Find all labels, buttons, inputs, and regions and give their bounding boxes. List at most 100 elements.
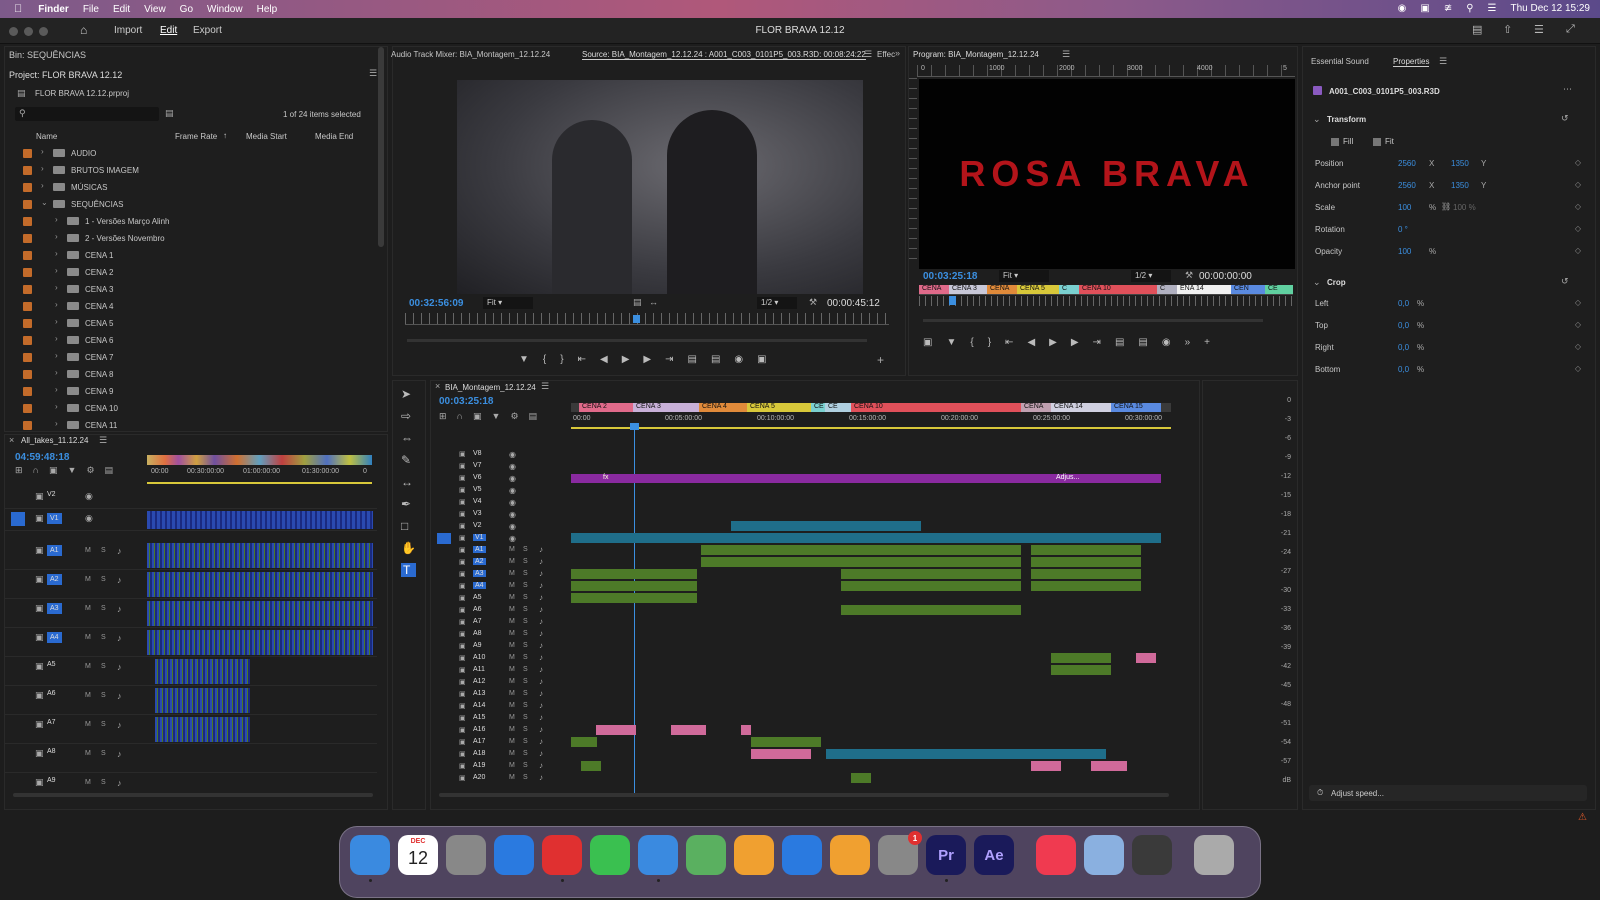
timeline-track[interactable]: ▣ A20 M S ♪ (431, 773, 1176, 785)
lock-icon[interactable]: ▣ (35, 690, 44, 701)
lock-icon[interactable]: ▣ (459, 594, 466, 602)
close-window-button[interactable] (9, 27, 18, 36)
fill-label[interactable]: Fill (1343, 137, 1353, 146)
ruler-icon[interactable]: ↔ (649, 297, 658, 307)
mute-button[interactable]: M (85, 576, 91, 583)
audio-clip[interactable] (571, 581, 697, 591)
audio-clip-pink[interactable] (1031, 761, 1061, 771)
lock-icon[interactable]: ▣ (459, 558, 466, 566)
panel-menu-icon[interactable]: ☰ (1062, 49, 1070, 60)
chevron-right-icon[interactable]: › (55, 215, 58, 224)
label-color[interactable] (23, 421, 32, 430)
col-media-start[interactable]: Media Start (246, 132, 287, 141)
track-label[interactable]: V8 (473, 450, 482, 457)
menu-edit[interactable]: Edit (113, 4, 130, 15)
timeline-marker-bar[interactable]: CENA 2 CENA 3 CENA 4 CENA 5 CE CE CENA 10 CENA C… (571, 403, 1171, 412)
project-scrollbar[interactable] (378, 47, 384, 247)
label-color[interactable] (23, 285, 32, 294)
wrench-icon[interactable]: ⚒ (1185, 270, 1193, 281)
mic-icon[interactable]: ♪ (539, 701, 543, 710)
alltakes-track[interactable]: ▣ A1 M S ♪ (5, 541, 377, 570)
lock-icon[interactable]: ▣ (459, 618, 466, 626)
label-color[interactable] (23, 183, 32, 192)
alltakes-track[interactable]: ▣ A5 M S ♪ (5, 657, 377, 686)
track-label[interactable]: A6 (47, 690, 56, 697)
track-label[interactable]: V6 (473, 474, 482, 481)
control-center-icon[interactable]: ☰ (1488, 3, 1497, 14)
export-frame-icon[interactable]: ◉ (1162, 337, 1171, 348)
project-item[interactable]: › CENA 7 (5, 349, 367, 366)
lock-icon[interactable]: ▣ (35, 545, 44, 556)
selection-tool-icon[interactable]: ➤ (401, 387, 416, 401)
safe-margins-icon[interactable]: ▣ (923, 337, 932, 348)
mute-button[interactable]: M (509, 642, 515, 649)
mic-icon[interactable]: ♪ (539, 761, 543, 770)
alltakes-audio-clips[interactable] (155, 688, 250, 713)
mic-icon[interactable]: ♪ (539, 605, 543, 614)
prop-value-2[interactable]: 1350 (1451, 159, 1469, 168)
chevron-right-icon[interactable]: › (55, 317, 58, 326)
program-marker-bar[interactable]: CENA CENA 3 CENA CENA 5 C CENA 10 C ENA 14 CEN CE (919, 285, 1293, 295)
lock-icon[interactable]: ▣ (459, 510, 466, 518)
label-color[interactable] (23, 302, 32, 311)
source-video-frame[interactable] (457, 80, 863, 294)
solo-button[interactable]: S (101, 605, 106, 612)
rectangle-tool-icon[interactable]: □ (401, 519, 416, 533)
solo-button[interactable]: S (523, 570, 528, 577)
label-color[interactable] (23, 336, 32, 345)
chevron-right-icon[interactable]: › (55, 368, 58, 377)
lock-icon[interactable]: ▣ (459, 474, 466, 482)
menu-view[interactable]: View (144, 4, 166, 15)
mic-icon[interactable]: ♪ (117, 604, 122, 614)
keyframe-icon[interactable]: ◇ (1575, 246, 1581, 255)
alltakes-video-clips[interactable] (147, 511, 373, 529)
eye-icon[interactable]: ◉ (509, 522, 516, 531)
source-ruler[interactable] (405, 313, 889, 325)
track-select-icon[interactable]: ⇨ (401, 409, 416, 423)
mute-button[interactable]: M (509, 666, 515, 673)
mic-icon[interactable]: ♪ (539, 653, 543, 662)
wrench-icon[interactable]: ⚙ (510, 411, 518, 422)
mail-icon[interactable] (638, 835, 678, 875)
label-color[interactable] (23, 149, 32, 158)
fill-icon[interactable] (1331, 138, 1339, 146)
audio-clip[interactable] (841, 545, 1021, 555)
chevron-right-icon[interactable]: › (55, 385, 58, 394)
track-label[interactable]: A17 (473, 738, 485, 745)
mic-icon[interactable]: ♪ (539, 545, 543, 554)
mute-button[interactable]: M (509, 594, 515, 601)
label-color[interactable] (23, 387, 32, 396)
system-settings-icon[interactable]: 1 (878, 831, 922, 875)
track-label[interactable]: V2 (473, 522, 482, 529)
more-options-icon[interactable]: ⋯ (1563, 84, 1572, 95)
mic-icon[interactable]: ♪ (539, 689, 543, 698)
timeline-track[interactable]: ▣ A6 M S ♪ (431, 605, 1176, 617)
lock-icon[interactable]: ▣ (459, 462, 466, 470)
panel-menu-icon[interactable]: ☰ (864, 49, 872, 60)
mic-icon[interactable]: ♪ (539, 725, 543, 734)
audio-clip[interactable] (841, 581, 1021, 591)
alltakes-track[interactable]: ▣ V2 ◉ (5, 487, 377, 509)
chevron-right-icon[interactable]: › (41, 181, 44, 190)
chevron-down-icon[interactable]: ⌄ (1313, 277, 1321, 288)
timeline-track[interactable]: ▣ V5 ◉ (431, 485, 1176, 497)
project-item[interactable]: › CENA 5 (5, 315, 367, 332)
keyframe-icon[interactable]: ◇ (1575, 342, 1581, 351)
timeline-track[interactable]: ▣ A14 M S ♪ (431, 701, 1176, 713)
track-label[interactable]: A10 (473, 654, 485, 661)
home-icon[interactable]: ⌂ (80, 23, 87, 37)
marker-icon[interactable]: ▼ (68, 465, 77, 476)
timeline-track[interactable]: ▣ A13 M S ♪ (431, 689, 1176, 701)
premiere-pro-icon[interactable]: Pr (926, 835, 966, 875)
timeline-marker[interactable]: CENA 10 (851, 403, 1021, 412)
chevron-right-icon[interactable]: › (55, 300, 58, 309)
new-bin-icon[interactable]: ▤ (165, 108, 174, 119)
slip-tool-icon[interactable]: ↔ (401, 475, 416, 489)
mute-button[interactable]: M (509, 738, 515, 745)
audio-clip[interactable] (841, 605, 1021, 615)
prop-value-2[interactable]: 100 % (1453, 203, 1476, 212)
mute-button[interactable]: M (85, 692, 91, 699)
program-marker[interactable]: CENA 10 (1079, 285, 1157, 294)
alltakes-track[interactable]: ▣ A8 M S ♪ (5, 744, 377, 773)
label-color[interactable] (23, 370, 32, 379)
